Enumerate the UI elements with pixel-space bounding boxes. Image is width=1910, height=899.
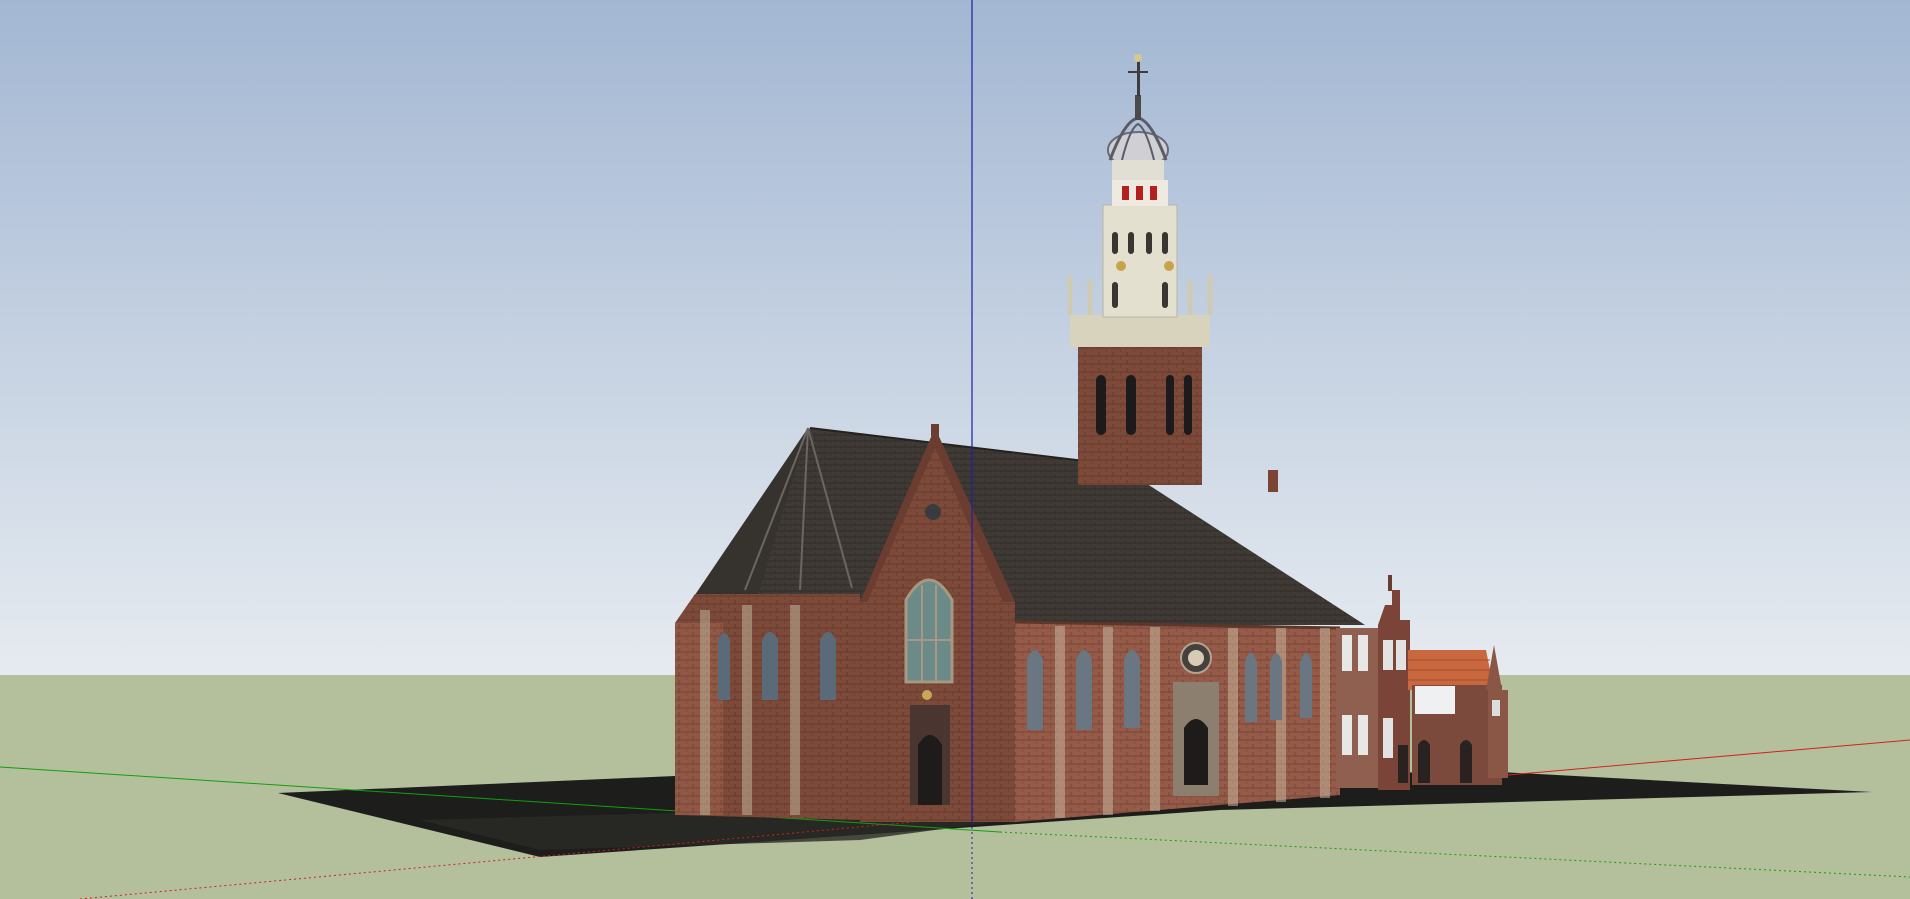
scene-canvas[interactable] — [0, 0, 1910, 899]
nave-wall — [1014, 620, 1341, 822]
3d-viewport[interactable] — [0, 0, 1910, 899]
